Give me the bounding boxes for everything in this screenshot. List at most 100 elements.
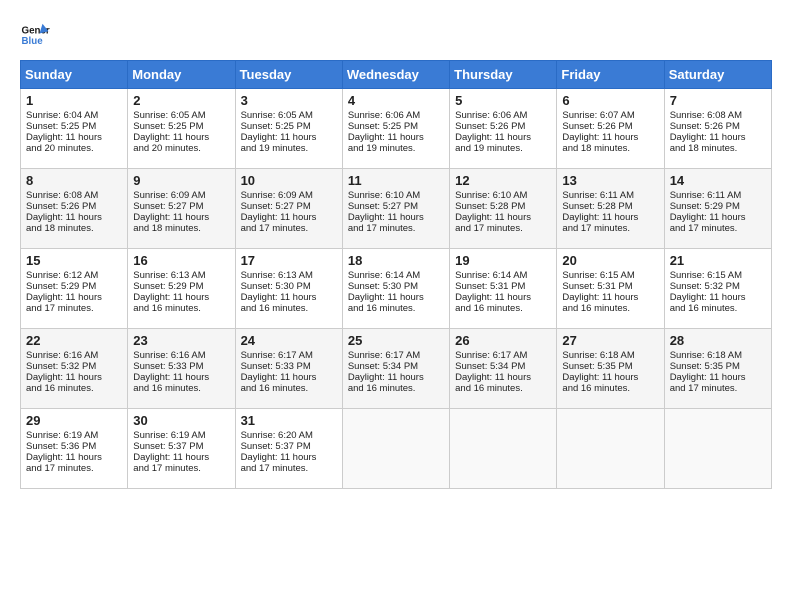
calendar-week-row: 15 Sunrise: 6:12 AM Sunset: 5:29 PM Dayligh… <box>21 249 772 329</box>
calendar-week-row: 22Sunrise: 6:16 AMSunset: 5:32 PMDayligh… <box>21 329 772 409</box>
day-info-line: Sunrise: 6:06 AM <box>455 110 551 121</box>
day-info-line: Daylight: 11 hours <box>562 212 658 223</box>
calendar-cell: 30Sunrise: 6:19 AMSunset: 5:37 PMDayligh… <box>128 409 235 489</box>
day-info-line: Sunrise: 6:17 AM <box>241 350 337 361</box>
day-info-line: Sunset: 5:25 PM <box>241 121 337 132</box>
day-number: 15 <box>26 253 122 268</box>
day-info-line: Sunset: 5:26 PM <box>26 201 122 212</box>
day-info-line: Sunset: 5:35 PM <box>670 361 766 372</box>
svg-text:Blue: Blue <box>22 36 44 47</box>
day-number: 17 <box>241 253 337 268</box>
day-info-line: Sunset: 5:33 PM <box>241 361 337 372</box>
day-number: 21 <box>670 253 766 268</box>
day-info-line: and 17 minutes. <box>241 463 337 474</box>
day-info-line: Sunset: 5:31 PM <box>562 281 658 292</box>
day-info-line: Sunrise: 6:07 AM <box>562 110 658 121</box>
day-info-line: and 18 minutes. <box>26 223 122 234</box>
day-info-line: Daylight: 11 hours <box>26 132 122 143</box>
day-info-line: and 16 minutes. <box>26 383 122 394</box>
calendar-week-row: 1Sunrise: 6:04 AMSunset: 5:25 PMDaylight… <box>21 89 772 169</box>
day-info-line: Sunrise: 6:16 AM <box>26 350 122 361</box>
day-info-line: Daylight: 11 hours <box>455 372 551 383</box>
day-info-line: Daylight: 11 hours <box>562 132 658 143</box>
day-info-line: Sunrise: 6:18 AM <box>562 350 658 361</box>
calendar-cell: 22Sunrise: 6:16 AMSunset: 5:32 PMDayligh… <box>21 329 128 409</box>
day-info-line: Daylight: 11 hours <box>241 292 337 303</box>
day-info-line: Sunrise: 6:08 AM <box>26 190 122 201</box>
calendar-cell: 6Sunrise: 6:07 AMSunset: 5:26 PMDaylight… <box>557 89 664 169</box>
day-info-line: Sunset: 5:36 PM <box>26 441 122 452</box>
day-info-line: Sunset: 5:37 PM <box>133 441 229 452</box>
day-info-line: Sunrise: 6:17 AM <box>348 350 444 361</box>
calendar-cell <box>342 409 449 489</box>
day-number: 13 <box>562 173 658 188</box>
day-info-line: Daylight: 11 hours <box>670 132 766 143</box>
day-info-line: Sunrise: 6:09 AM <box>133 190 229 201</box>
day-info-line: Daylight: 11 hours <box>455 212 551 223</box>
day-info-line: Sunset: 5:26 PM <box>455 121 551 132</box>
day-number: 25 <box>348 333 444 348</box>
day-number: 23 <box>133 333 229 348</box>
day-number: 14 <box>670 173 766 188</box>
calendar-cell: 8Sunrise: 6:08 AMSunset: 5:26 PMDaylight… <box>21 169 128 249</box>
day-info-line: Sunrise: 6:10 AM <box>348 190 444 201</box>
day-info-line: Sunset: 5:25 PM <box>133 121 229 132</box>
day-number: 2 <box>133 93 229 108</box>
day-info-line: Sunrise: 6:11 AM <box>562 190 658 201</box>
day-info-line: and 17 minutes. <box>133 463 229 474</box>
logo: General Blue <box>20 20 50 50</box>
column-header-wednesday: Wednesday <box>342 61 449 89</box>
day-info-line: Sunset: 5:30 PM <box>348 281 444 292</box>
day-info-line: Sunrise: 6:18 AM <box>670 350 766 361</box>
day-info-line: Sunrise: 6:19 AM <box>133 430 229 441</box>
day-info-line: Daylight: 11 hours <box>455 292 551 303</box>
day-info-line: and 16 minutes. <box>455 383 551 394</box>
day-info-line: Sunrise: 6:14 AM <box>348 270 444 281</box>
day-info-line: Sunset: 5:34 PM <box>348 361 444 372</box>
calendar-cell: 3Sunrise: 6:05 AMSunset: 5:25 PMDaylight… <box>235 89 342 169</box>
day-info-line: Sunrise: 6:04 AM <box>26 110 122 121</box>
logo-icon: General Blue <box>20 20 50 50</box>
day-number: 9 <box>133 173 229 188</box>
calendar-table: SundayMondayTuesdayWednesdayThursdayFrid… <box>20 60 772 489</box>
day-info-line: and 18 minutes. <box>133 223 229 234</box>
day-number: 10 <box>241 173 337 188</box>
calendar-cell: 14Sunrise: 6:11 AMSunset: 5:29 PMDayligh… <box>664 169 771 249</box>
day-info-line: Daylight: 11 hours <box>670 212 766 223</box>
calendar-cell: 17Sunrise: 6:13 AMSunset: 5:30 PMDayligh… <box>235 249 342 329</box>
day-info-line: Daylight: 11 hours <box>133 372 229 383</box>
day-info-line: Sunset: 5:29 PM <box>133 281 229 292</box>
calendar-cell: 4Sunrise: 6:06 AMSunset: 5:25 PMDaylight… <box>342 89 449 169</box>
day-info-line: and 17 minutes. <box>26 303 122 314</box>
day-info-line: Sunset: 5:27 PM <box>133 201 229 212</box>
day-number: 29 <box>26 413 122 428</box>
day-info-line: Sunset: 5:33 PM <box>133 361 229 372</box>
day-info-line: and 18 minutes. <box>562 143 658 154</box>
calendar-week-row: 29Sunrise: 6:19 AMSunset: 5:36 PMDayligh… <box>21 409 772 489</box>
day-info-line: Sunset: 5:27 PM <box>241 201 337 212</box>
day-info-line: Daylight: 11 hours <box>670 292 766 303</box>
day-info-line: and 17 minutes. <box>455 223 551 234</box>
day-info-line: Daylight: 11 hours <box>241 372 337 383</box>
calendar-cell: 18Sunrise: 6:14 AMSunset: 5:30 PMDayligh… <box>342 249 449 329</box>
day-info-line: Sunrise: 6:12 AM <box>26 270 122 281</box>
day-info-line: Sunset: 5:37 PM <box>241 441 337 452</box>
day-info-line: and 16 minutes. <box>455 303 551 314</box>
calendar-cell <box>450 409 557 489</box>
calendar-cell: 24Sunrise: 6:17 AMSunset: 5:33 PMDayligh… <box>235 329 342 409</box>
day-info-line: Daylight: 11 hours <box>348 292 444 303</box>
day-info-line: and 17 minutes. <box>670 383 766 394</box>
calendar-cell: 31Sunrise: 6:20 AMSunset: 5:37 PMDayligh… <box>235 409 342 489</box>
day-info-line: and 17 minutes. <box>348 223 444 234</box>
day-info-line: and 18 minutes. <box>670 143 766 154</box>
day-info-line: Daylight: 11 hours <box>26 452 122 463</box>
calendar-body: 1Sunrise: 6:04 AMSunset: 5:25 PMDaylight… <box>21 89 772 489</box>
day-info-line: Sunset: 5:30 PM <box>241 281 337 292</box>
day-info-line: and 16 minutes. <box>562 383 658 394</box>
day-info-line: Sunset: 5:28 PM <box>455 201 551 212</box>
day-info-line: Daylight: 11 hours <box>455 132 551 143</box>
day-info-line: Sunrise: 6:19 AM <box>26 430 122 441</box>
day-info-line: Sunset: 5:26 PM <box>670 121 766 132</box>
day-info-line: Daylight: 11 hours <box>26 292 122 303</box>
column-header-friday: Friday <box>557 61 664 89</box>
